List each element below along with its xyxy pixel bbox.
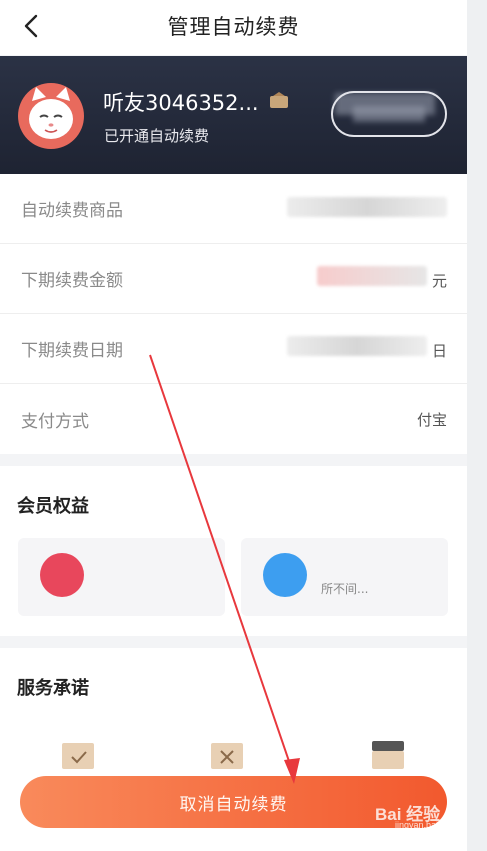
nav-bar: 管理自动续费 [0,0,467,55]
box-icon [211,743,243,769]
ad-free-icon [263,553,307,597]
renewal-info-list: 自动续费商品 下期续费金额 元 下期续费日期 日 支付方式 付宝 [0,174,467,454]
redacted-area [287,196,447,217]
payment-method-label: 支付方式 [21,411,89,432]
screen: 管理自动续费 听友3046352... 已开通自动续费 自动续费商品 下期续费金… [0,0,467,851]
status-text: 已开通自动续费 [104,127,210,145]
next-date-label: 下期续费日期 [21,341,123,361]
watermark-url: jingyan.baidu.com [395,820,467,830]
page-title: 管理自动续费 [167,15,300,39]
username: 听友3046352... [103,91,259,115]
benefits-title: 会员权益 [17,496,89,517]
benefit-desc: 所不间... [321,582,369,596]
redacted-area [286,336,427,356]
renewal-product-row: 自动续费商品 [0,174,467,244]
manage-button[interactable] [331,91,447,137]
next-amount-label: 下期续费金额 [21,271,123,291]
benefit-card-1[interactable] [18,538,225,616]
box-icon [372,741,404,769]
next-amount-value: 元 [316,266,447,291]
benefit-card-2[interactable]: 所不间... [241,538,448,616]
next-date-row: 下期续费日期 日 [0,314,467,384]
payment-method-value: 付宝 [416,410,447,429]
vip-badge-icon [270,92,288,108]
redacted-area [316,266,427,286]
renewal-product-label: 自动续费商品 [21,201,123,221]
box-icon [62,743,94,769]
payment-method-row: 支付方式 付宝 [0,384,467,454]
cat-avatar-icon[interactable] [18,83,84,149]
next-amount-row: 下期续费金额 元 [0,244,467,314]
next-date-value: 日 [286,336,447,361]
redacted-area [353,106,425,122]
service-title: 服务承诺 [17,678,89,699]
renewal-product-value [287,196,447,221]
scrollbar-track[interactable] [467,0,487,851]
discount-icon [40,553,84,597]
